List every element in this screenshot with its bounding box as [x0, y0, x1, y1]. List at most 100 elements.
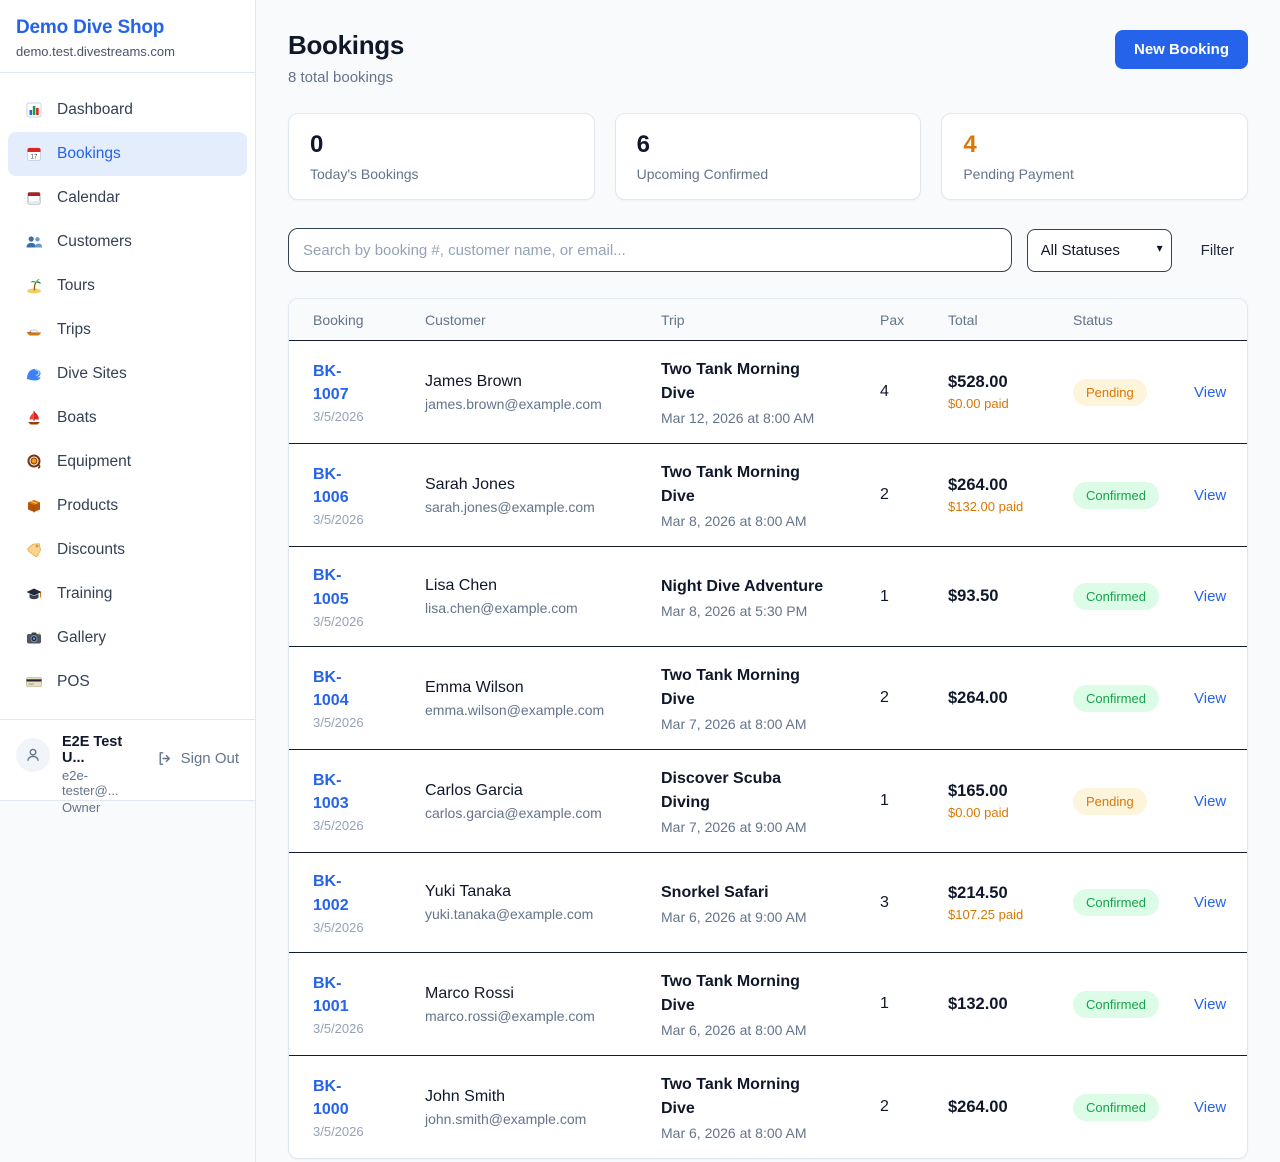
booking-date: 3/5/2026	[313, 512, 425, 527]
view-link[interactable]: View	[1194, 588, 1229, 605]
view-link[interactable]: View	[1194, 894, 1229, 911]
sidebar-item-dashboard[interactable]: Dashboard	[8, 88, 247, 132]
column-header-pax: Pax	[880, 312, 948, 328]
customer-name: James Brown	[425, 373, 661, 391]
user-role: Owner	[62, 800, 144, 815]
trip-name: Night Dive Adventure	[661, 575, 833, 599]
customer-email: marco.rossi@example.com	[425, 1008, 661, 1024]
trip-name: Snorkel Safari	[661, 881, 833, 905]
sidebar-item-discounts[interactable]: Discounts	[8, 528, 247, 572]
table-row: BK-1004 3/5/2026 Emma Wilson emma.wilson…	[289, 647, 1247, 750]
status-badge: Pending	[1073, 379, 1147, 406]
customer-email: emma.wilson@example.com	[425, 702, 661, 718]
booking-date: 3/5/2026	[313, 1021, 425, 1036]
column-header-customer: Customer	[425, 312, 661, 328]
sign-out-button[interactable]: Sign Out	[156, 750, 239, 767]
sidebar-item-calendar[interactable]: Calendar	[8, 176, 247, 220]
table-body: BK-1007 3/5/2026 James Brown james.brown…	[289, 341, 1247, 1158]
equipment-icon	[25, 453, 43, 471]
table-row: BK-1006 3/5/2026 Sarah Jones sarah.jones…	[289, 444, 1247, 547]
dive-sites-icon	[25, 365, 43, 383]
pax-count: 2	[880, 1098, 948, 1116]
status-filter-select[interactable]: All Statuses	[1027, 229, 1172, 272]
customer-name: Yuki Tanaka	[425, 883, 661, 901]
sidebar-item-gallery[interactable]: Gallery	[8, 616, 247, 660]
column-header-total: Total	[948, 312, 1073, 328]
sign-out-icon	[156, 750, 173, 767]
pax-count: 1	[880, 588, 948, 606]
view-link[interactable]: View	[1194, 690, 1229, 707]
dashboard-icon	[25, 101, 43, 119]
sidebar-item-pos[interactable]: POS	[8, 660, 247, 704]
booking-date: 3/5/2026	[313, 920, 425, 935]
sidebar-item-training[interactable]: Training	[8, 572, 247, 616]
stat-value: 4	[963, 131, 1226, 159]
sidebar-item-bookings[interactable]: 17 Bookings	[8, 132, 247, 176]
stat-label: Pending Payment	[963, 166, 1226, 182]
customer-name: Emma Wilson	[425, 679, 661, 697]
pos-icon	[25, 673, 43, 691]
shop-name: Demo Dive Shop	[16, 17, 239, 39]
sidebar-item-label: Dive Sites	[57, 365, 127, 383]
view-link[interactable]: View	[1194, 793, 1229, 810]
booking-id-link[interactable]: BK-1004	[313, 666, 371, 712]
booking-id-link[interactable]: BK-1007	[313, 360, 371, 406]
booking-id-link[interactable]: BK-1001	[313, 972, 371, 1018]
booking-date: 3/5/2026	[313, 614, 425, 629]
sidebar-item-label: Trips	[57, 321, 91, 339]
new-booking-button[interactable]: New Booking	[1115, 30, 1248, 69]
sidebar-item-boats[interactable]: Boats	[8, 396, 247, 440]
paid-amount: $0.00 paid	[948, 396, 1038, 411]
training-icon	[25, 585, 43, 603]
sidebar-item-dive-sites[interactable]: Dive Sites	[8, 352, 247, 396]
trip-datetime: Mar 7, 2026 at 8:00 AM	[661, 716, 880, 732]
view-link[interactable]: View	[1194, 384, 1229, 401]
booking-id-link[interactable]: BK-1006	[313, 463, 371, 509]
total-amount: $93.50	[948, 587, 1073, 606]
sidebar-item-equipment[interactable]: Equipment	[8, 440, 247, 484]
sidebar-item-label: Gallery	[57, 629, 106, 647]
sidebar-item-label: Customers	[57, 233, 132, 251]
view-link[interactable]: View	[1194, 996, 1229, 1013]
sidebar-item-label: Boats	[57, 409, 97, 427]
customer-email: yuki.tanaka@example.com	[425, 906, 661, 922]
booking-id-link[interactable]: BK-1003	[313, 769, 371, 815]
sidebar-item-label: Calendar	[57, 189, 120, 207]
table-row: BK-1000 3/5/2026 John Smith john.smith@e…	[289, 1056, 1247, 1158]
trip-name: Two Tank Morning Dive	[661, 664, 833, 712]
customer-email: james.brown@example.com	[425, 396, 661, 412]
table-row: BK-1001 3/5/2026 Marco Rossi marco.rossi…	[289, 953, 1247, 1056]
filter-button[interactable]: Filter	[1187, 236, 1248, 265]
booking-date: 3/5/2026	[313, 715, 425, 730]
user-section: E2E Test U... e2e-tester@... Owner Sign …	[0, 719, 255, 829]
stat-label: Today's Bookings	[310, 166, 573, 182]
booking-id-link[interactable]: BK-1005	[313, 564, 371, 610]
status-badge: Confirmed	[1073, 991, 1159, 1018]
view-link[interactable]: View	[1194, 487, 1229, 504]
sidebar: Demo Dive Shop demo.test.divestreams.com…	[0, 0, 256, 1162]
sidebar-item-trips[interactable]: Trips	[8, 308, 247, 352]
total-amount: $214.50	[948, 884, 1073, 903]
booking-id-link[interactable]: BK-1000	[313, 1075, 371, 1121]
booking-id-link[interactable]: BK-1002	[313, 870, 371, 916]
search-input[interactable]	[288, 228, 1012, 272]
brand-block: Demo Dive Shop demo.test.divestreams.com	[0, 0, 255, 73]
pax-count: 4	[880, 383, 948, 401]
trip-name: Discover Scuba Diving	[661, 767, 833, 815]
sidebar-item-customers[interactable]: Customers	[8, 220, 247, 264]
customer-email: carlos.garcia@example.com	[425, 805, 661, 821]
customer-name: Carlos Garcia	[425, 782, 661, 800]
view-link[interactable]: View	[1194, 1099, 1229, 1116]
pax-count: 1	[880, 995, 948, 1013]
table-row: BK-1002 3/5/2026 Yuki Tanaka yuki.tanaka…	[289, 853, 1247, 953]
sidebar-item-label: Dashboard	[57, 101, 133, 119]
sidebar-item-products[interactable]: Products	[8, 484, 247, 528]
trip-name: Two Tank Morning Dive	[661, 461, 833, 509]
page-title: Bookings	[288, 30, 404, 61]
column-header-booking: Booking	[313, 312, 425, 328]
sidebar-item-tours[interactable]: Tours	[8, 264, 247, 308]
paid-amount: $132.00 paid	[948, 499, 1038, 514]
trips-icon	[25, 321, 43, 339]
sidebar-item-label: Bookings	[57, 145, 121, 163]
total-amount: $264.00	[948, 1098, 1073, 1117]
